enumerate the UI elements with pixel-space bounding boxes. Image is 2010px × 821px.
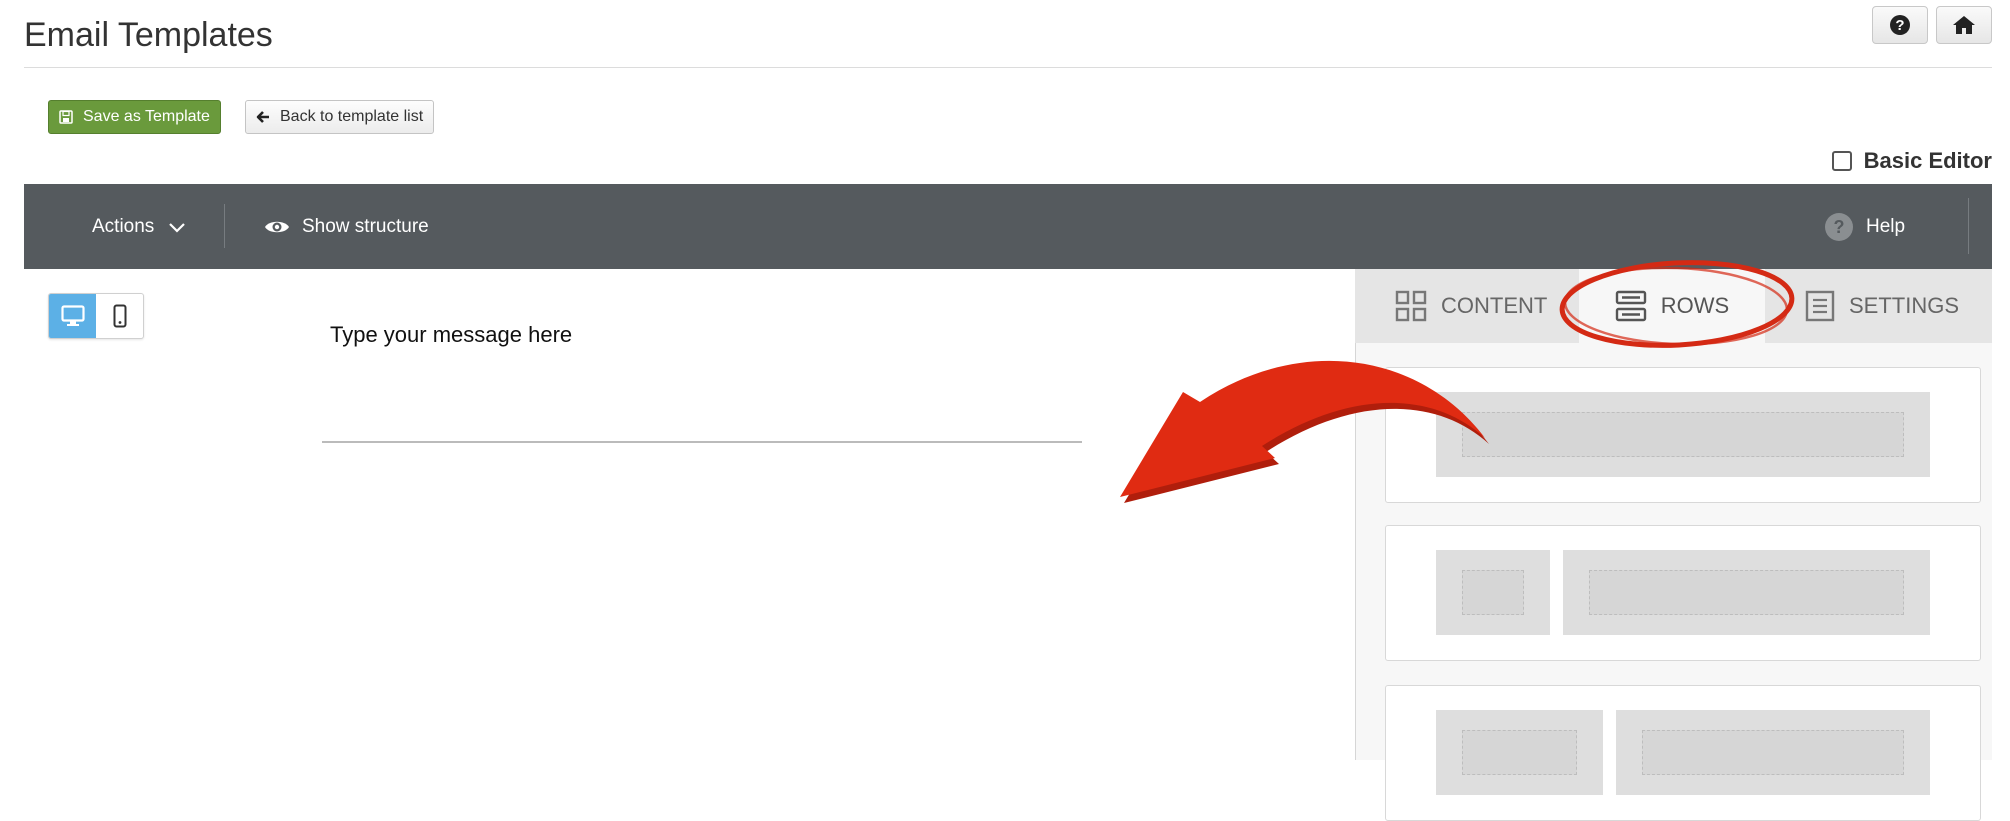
- page-header: Email Templates ?: [24, 0, 1992, 68]
- desktop-view-button[interactable]: [49, 294, 96, 338]
- tab-rows[interactable]: ROWS: [1579, 269, 1765, 343]
- tab-settings[interactable]: SETTINGS: [1805, 269, 1959, 343]
- back-to-list-button[interactable]: Back to template list: [245, 100, 435, 134]
- row-column: [1436, 550, 1550, 635]
- mobile-phone-icon: [113, 304, 126, 328]
- message-text-block[interactable]: Type your message here: [330, 322, 572, 348]
- show-structure-button[interactable]: Show structure: [264, 184, 429, 269]
- chevron-down-icon: [169, 222, 186, 233]
- row-column-placeholder: [1589, 570, 1904, 615]
- row-column: [1436, 710, 1603, 795]
- question-circle-icon: ?: [1890, 15, 1910, 35]
- home-button[interactable]: [1936, 6, 1992, 44]
- divider-block[interactable]: [322, 441, 1082, 443]
- show-structure-label: Show structure: [302, 215, 429, 237]
- back-to-list-label: Back to template list: [280, 108, 424, 125]
- row-column: [1616, 710, 1930, 795]
- row-column: [1563, 550, 1930, 635]
- actions-dropdown[interactable]: Actions: [92, 184, 186, 269]
- row-column: [1436, 392, 1930, 477]
- basic-editor-label: Basic Editor: [1863, 148, 1992, 173]
- help-circle-icon: ?: [1825, 212, 1853, 241]
- grid-icon: [1395, 290, 1427, 322]
- device-preview-toggle: [48, 293, 144, 339]
- tab-content[interactable]: CONTENT: [1395, 269, 1547, 343]
- row-layout-two-column-1-3[interactable]: [1385, 525, 1981, 661]
- editor-toolbar: Actions Show structure ? Help: [24, 184, 1992, 269]
- arrow-left-icon: [256, 111, 269, 123]
- tab-settings-label: SETTINGS: [1849, 293, 1960, 318]
- home-icon: [1953, 16, 1975, 34]
- actions-label: Actions: [92, 215, 155, 237]
- toolbar-divider-right: [1968, 198, 1969, 254]
- basic-editor-toggle[interactable]: Basic Editor: [1831, 148, 1992, 174]
- row-column-placeholder: [1462, 570, 1524, 615]
- row-layout-two-column-1-2[interactable]: [1385, 685, 1981, 821]
- eye-icon: [265, 221, 289, 232]
- tab-content-label: CONTENT: [1441, 293, 1548, 318]
- svg-text:?: ?: [1834, 217, 1845, 237]
- save-as-template-button[interactable]: Save as Template: [48, 100, 221, 134]
- toolbar-divider: [224, 204, 225, 248]
- desktop-icon: [60, 305, 85, 326]
- toolbar-help-button[interactable]: ? Help: [1824, 184, 1905, 269]
- row-column-placeholder: [1462, 412, 1904, 457]
- help-button[interactable]: ?: [1872, 6, 1928, 44]
- toolbar-help-label: Help: [1866, 215, 1906, 237]
- tab-rows-label: ROWS: [1660, 293, 1730, 318]
- svg-text:?: ?: [1895, 17, 1904, 34]
- save-as-template-label: Save as Template: [83, 108, 210, 125]
- rows-icon: [1615, 290, 1646, 322]
- floppy-disk-icon: [59, 110, 73, 124]
- row-column-placeholder: [1642, 730, 1904, 775]
- row-layout-one-column[interactable]: [1385, 367, 1981, 503]
- row-column-placeholder: [1462, 730, 1577, 775]
- panel-tabs: CONTENT ROWS SETTINGS: [1355, 269, 1992, 343]
- mobile-view-button[interactable]: [96, 294, 143, 338]
- settings-list-icon: [1805, 290, 1835, 322]
- basic-editor-checkbox[interactable]: [1831, 151, 1852, 171]
- page-title: Email Templates: [24, 16, 273, 54]
